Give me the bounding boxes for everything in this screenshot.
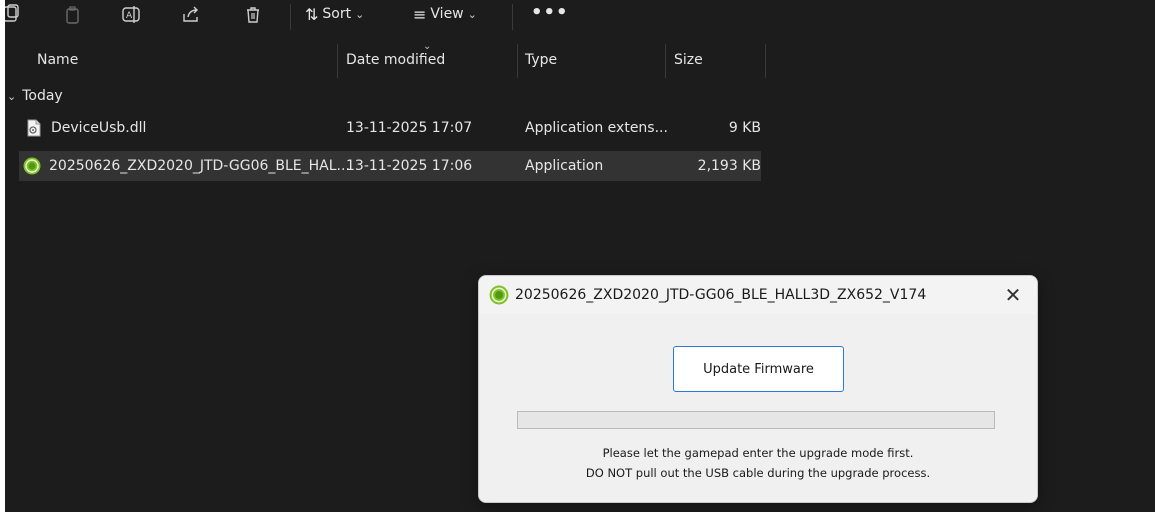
share-icon[interactable] [181,5,201,25]
column-divider[interactable] [517,44,518,78]
sort-arrows-icon: ⇅ [305,4,319,24]
file-name-cell: 20250626_ZXD2020_JTD-GG06_BLE_HAL... [23,151,350,181]
group-label: Today [22,88,63,104]
column-divider[interactable] [665,44,666,78]
delete-icon[interactable] [243,5,263,25]
green-app-icon [489,285,509,305]
instruction-line-1: Please let the gamepad enter the upgrade… [602,446,914,460]
column-header-size[interactable]: Size [674,42,703,78]
file-name: 20250626_ZXD2020_JTD-GG06_BLE_HAL... [49,158,350,174]
dialog-title: 20250626_ZXD2020_JTD-GG06_BLE_HALL3D_ZX6… [515,287,927,303]
column-header-name[interactable]: Name [37,42,78,78]
close-icon[interactable]: ✕ [1001,276,1025,314]
column-header-type[interactable]: Type [525,42,557,78]
sort-label: Sort [322,6,352,22]
file-row[interactable]: DeviceUsb.dll 13-11-2025 17:07 Applicati… [19,113,761,143]
group-header-today[interactable]: ⌄ Today [7,88,63,104]
file-row-selected[interactable]: 20250626_ZXD2020_JTD-GG06_BLE_HAL... 13-… [19,151,761,181]
sort-button[interactable]: ⇅ Sort ⌄ [305,3,364,25]
toolbar-separator [290,4,291,30]
file-name: DeviceUsb.dll [51,120,147,136]
chevron-down-icon: ⌄ [467,7,477,21]
new-icon[interactable] [5,4,21,24]
view-label: View [430,6,464,22]
column-header-row: ⌄ Name Date modified Type Size [5,41,1155,78]
chevron-down-icon: ⌄ [7,89,17,103]
view-lines-icon: ≡ [413,4,427,24]
firmware-update-dialog: 20250626_ZXD2020_JTD-GG06_BLE_HALL3D_ZX6… [478,275,1038,503]
column-divider[interactable] [765,44,766,78]
view-button[interactable]: ≡ View ⌄ [413,3,477,25]
toolbar-separator [512,4,513,30]
dialog-body: Update Firmware Please let the gamepad e… [479,314,1037,502]
rename-icon[interactable]: A [121,5,141,25]
more-options-button[interactable]: ••• [531,2,569,23]
file-date: 13-11-2025 17:07 [346,120,473,136]
green-app-icon [23,157,41,175]
file-type: Application [525,158,604,174]
column-divider[interactable] [337,44,338,78]
chevron-down-icon: ⌄ [355,7,365,21]
file-name-cell: DeviceUsb.dll [25,113,146,143]
update-firmware-button[interactable]: Update Firmware [673,346,844,392]
command-bar: A ⇅ Sort ⌄ ≡ View ⌄ ••• [5,0,1155,34]
copy-icon[interactable] [63,5,83,25]
file-size: 2,193 KB [697,158,761,174]
column-header-date-modified[interactable]: Date modified [346,42,445,78]
file-size: 9 KB [728,120,761,136]
instruction-line-2: DO NOT pull out the USB cable during the… [585,466,931,480]
upgrade-progress-bar [517,411,995,429]
dll-file-icon [27,119,41,137]
dialog-title-bar[interactable]: 20250626_ZXD2020_JTD-GG06_BLE_HALL3D_ZX6… [479,276,1037,314]
file-type: Application extens... [525,120,668,136]
svg-text:A: A [126,11,133,21]
file-date: 13-11-2025 17:06 [346,158,473,174]
